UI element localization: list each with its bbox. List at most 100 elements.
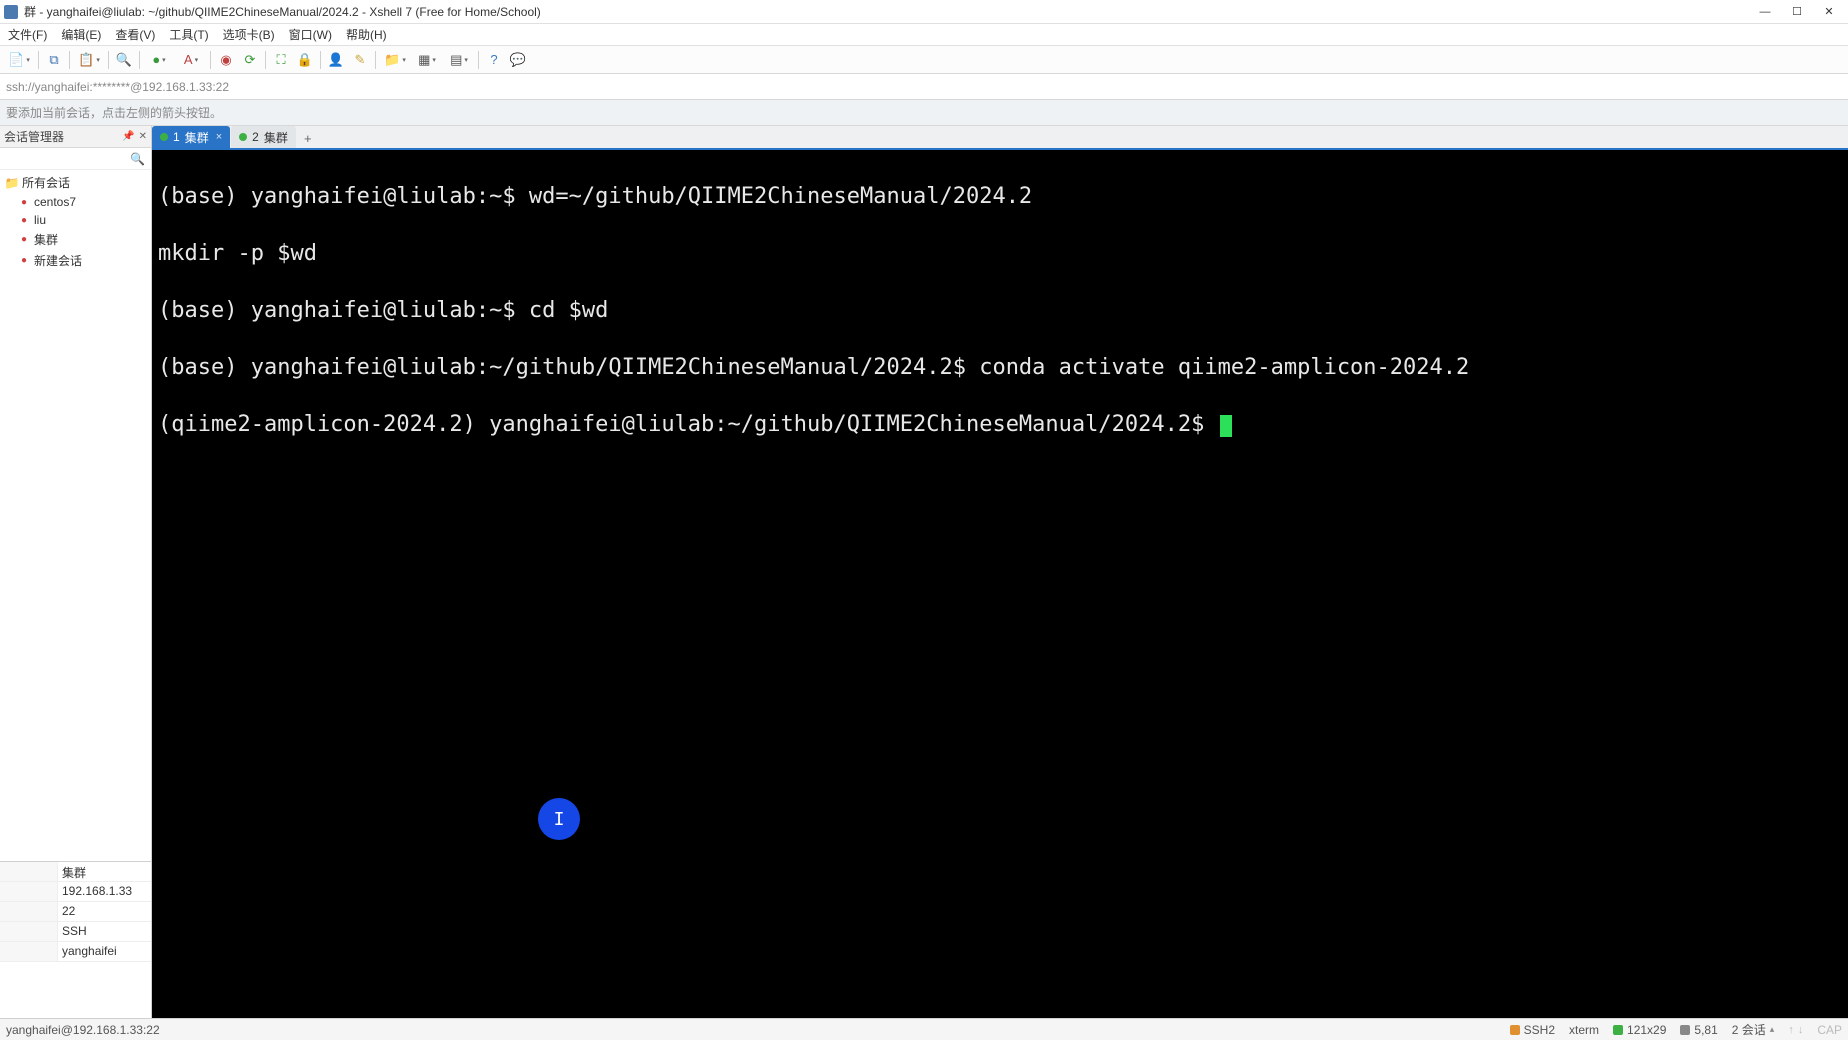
- prop-key: [0, 902, 58, 921]
- tree-session-new[interactable]: ● 新建会话: [0, 250, 151, 271]
- mouse-highlight-marker: I: [538, 798, 580, 840]
- pin-icon[interactable]: 📌: [122, 131, 134, 142]
- titlebar: 群 - yanghaifei@liulab: ~/github/QIIME2Ch…: [0, 0, 1848, 24]
- next-button[interactable]: ↓: [1798, 1024, 1804, 1036]
- tabs-row: 1 集群 × 2 集群 +: [152, 126, 1848, 150]
- tab-session-2[interactable]: 2 集群: [231, 126, 296, 148]
- toolbar-separator: [478, 51, 479, 69]
- prop-row-host: 192.168.1.33: [0, 882, 151, 902]
- tree-label: 所有会话: [22, 174, 70, 191]
- toolbar-separator: [139, 51, 140, 69]
- tree-label: liu: [34, 213, 46, 227]
- session-properties: 集群 192.168.1.33 22 SSH yanghaifei: [0, 861, 151, 1018]
- tree-session-centos7[interactable]: ● centos7: [0, 193, 151, 211]
- help-button[interactable]: ?: [483, 49, 505, 71]
- maximize-button[interactable]: ☐: [1782, 2, 1812, 22]
- statusbar: yanghaifei@192.168.1.33:22 SSH2 xterm 12…: [0, 1018, 1848, 1040]
- sidebar-close-icon[interactable]: ✕: [139, 131, 147, 142]
- menu-window[interactable]: 窗口(W): [283, 24, 338, 45]
- tab-close-icon[interactable]: ×: [216, 131, 222, 143]
- menu-file[interactable]: 文件(F): [2, 24, 53, 45]
- terminal-line: (base) yanghaifei@liulab:~$ wd=~/github/…: [158, 183, 1842, 212]
- layout-button[interactable]: ▦: [412, 49, 442, 71]
- refresh-button[interactable]: ⟳: [239, 49, 261, 71]
- hint-bar: 要添加当前会话，点击左侧的箭头按钮。: [0, 100, 1848, 126]
- window-title: 群 - yanghaifei@liulab: ~/github/QIIME2Ch…: [24, 3, 541, 20]
- menu-tools[interactable]: 工具(T): [163, 24, 214, 45]
- toolbar-separator: [210, 51, 211, 69]
- view-button[interactable]: ▤: [444, 49, 474, 71]
- session-manager-sidebar: 会话管理器 📌 ✕ 🔍 📁 所有会话 ● centos7 ● liu: [0, 126, 152, 1018]
- tree-label: 集群: [34, 231, 58, 248]
- status-dot-icon: [239, 133, 247, 141]
- minimize-button[interactable]: —: [1750, 2, 1780, 22]
- prop-row-name: 集群: [0, 862, 151, 882]
- addressbar[interactable]: ssh://yanghaifei:********@192.168.1.33:2…: [0, 74, 1848, 100]
- status-sessions: 2 会话 ▴: [1732, 1021, 1775, 1038]
- find-button[interactable]: 🔍: [113, 49, 135, 71]
- prop-key: [0, 882, 58, 901]
- tab-label: 集群: [264, 129, 288, 146]
- status-cap-label: CAP: [1817, 1023, 1842, 1037]
- status-pos-label: 5,81: [1694, 1023, 1717, 1037]
- copy-button[interactable]: 📋: [74, 49, 104, 71]
- terminal-prompt: (qiime2-amplicon-2024.2) yanghaifei@liul…: [158, 412, 1218, 437]
- ssh-icon: [1510, 1025, 1520, 1035]
- menu-help[interactable]: 帮助(H): [340, 24, 393, 45]
- reconnect-button[interactable]: ●: [144, 49, 174, 71]
- tab-session-1[interactable]: 1 集群 ×: [152, 126, 230, 148]
- highlight-button[interactable]: ✎: [349, 49, 371, 71]
- text-button[interactable]: A: [176, 49, 206, 71]
- tree-label: 新建会话: [34, 252, 82, 269]
- status-connection: yanghaifei@192.168.1.33:22: [6, 1023, 160, 1037]
- prev-button[interactable]: ↑: [1788, 1024, 1794, 1036]
- stop-button[interactable]: ◉: [215, 49, 237, 71]
- user-button[interactable]: 👤: [325, 49, 347, 71]
- toolbar-separator: [265, 51, 266, 69]
- prop-row-user: yanghaifei: [0, 942, 151, 962]
- tree-session-cluster[interactable]: ● 集群: [0, 229, 151, 250]
- session-icon: ●: [18, 214, 30, 226]
- status-nav: ↑ ↓: [1788, 1024, 1803, 1036]
- tree-session-liu[interactable]: ● liu: [0, 211, 151, 229]
- prop-row-port: 22: [0, 902, 151, 922]
- terminal-cursor: [1220, 415, 1232, 437]
- status-cap: CAP: [1817, 1023, 1842, 1037]
- status-size-label: 121x29: [1627, 1023, 1666, 1037]
- fullscreen-button[interactable]: ⛶: [270, 49, 292, 71]
- toolbar: 📄 ⧉ 📋 🔍 ● A ◉ ⟳ ⛶ 🔒 👤 ✎ 📁 ▦ ▤ ? 💬: [0, 46, 1848, 74]
- status-ssh-label: SSH2: [1524, 1023, 1555, 1037]
- prop-val-protocol: SSH: [58, 922, 151, 941]
- terminal[interactable]: (base) yanghaifei@liulab:~$ wd=~/github/…: [152, 150, 1848, 1018]
- menu-tabs[interactable]: 选项卡(B): [217, 24, 281, 45]
- toolbar-separator: [375, 51, 376, 69]
- lock-button[interactable]: 🔒: [294, 49, 316, 71]
- session-icon: ●: [18, 234, 30, 246]
- toolbar-separator: [108, 51, 109, 69]
- sidebar-search[interactable]: 🔍: [0, 148, 151, 170]
- tree-folder-all[interactable]: 📁 所有会话: [0, 172, 151, 193]
- prop-val-user: yanghaifei: [58, 942, 151, 961]
- terminal-prompt-line: (qiime2-amplicon-2024.2) yanghaifei@liul…: [158, 411, 1842, 440]
- status-dot-icon: [160, 133, 168, 141]
- terminal-line: (base) yanghaifei@liulab:~$ cd $wd: [158, 297, 1842, 326]
- session-icon: ●: [18, 196, 30, 208]
- sidebar-title: 会话管理器: [4, 128, 64, 145]
- chevron-icon[interactable]: ▴: [1770, 1024, 1775, 1035]
- tab-number: 1: [173, 130, 180, 144]
- folder-button[interactable]: 📁: [380, 49, 410, 71]
- status-sess-label: 2 会话: [1732, 1021, 1766, 1038]
- prop-val-port: 22: [58, 902, 151, 921]
- close-button[interactable]: ✕: [1814, 2, 1844, 22]
- new-tab-button[interactable]: +: [297, 128, 319, 148]
- chat-button[interactable]: 💬: [507, 49, 529, 71]
- hint-text: 要添加当前会话，点击左侧的箭头按钮。: [6, 104, 222, 121]
- prop-val-name: 集群: [58, 862, 151, 881]
- menu-edit[interactable]: 编辑(E): [55, 24, 107, 45]
- status-pos: 5,81: [1680, 1023, 1717, 1037]
- open-button[interactable]: ⧉: [43, 49, 65, 71]
- content-area: 1 集群 × 2 集群 + (base) yanghaifei@liulab:~…: [152, 126, 1848, 1018]
- new-session-button[interactable]: 📄: [4, 49, 34, 71]
- menu-view[interactable]: 查看(V): [109, 24, 161, 45]
- prop-key: [0, 862, 58, 881]
